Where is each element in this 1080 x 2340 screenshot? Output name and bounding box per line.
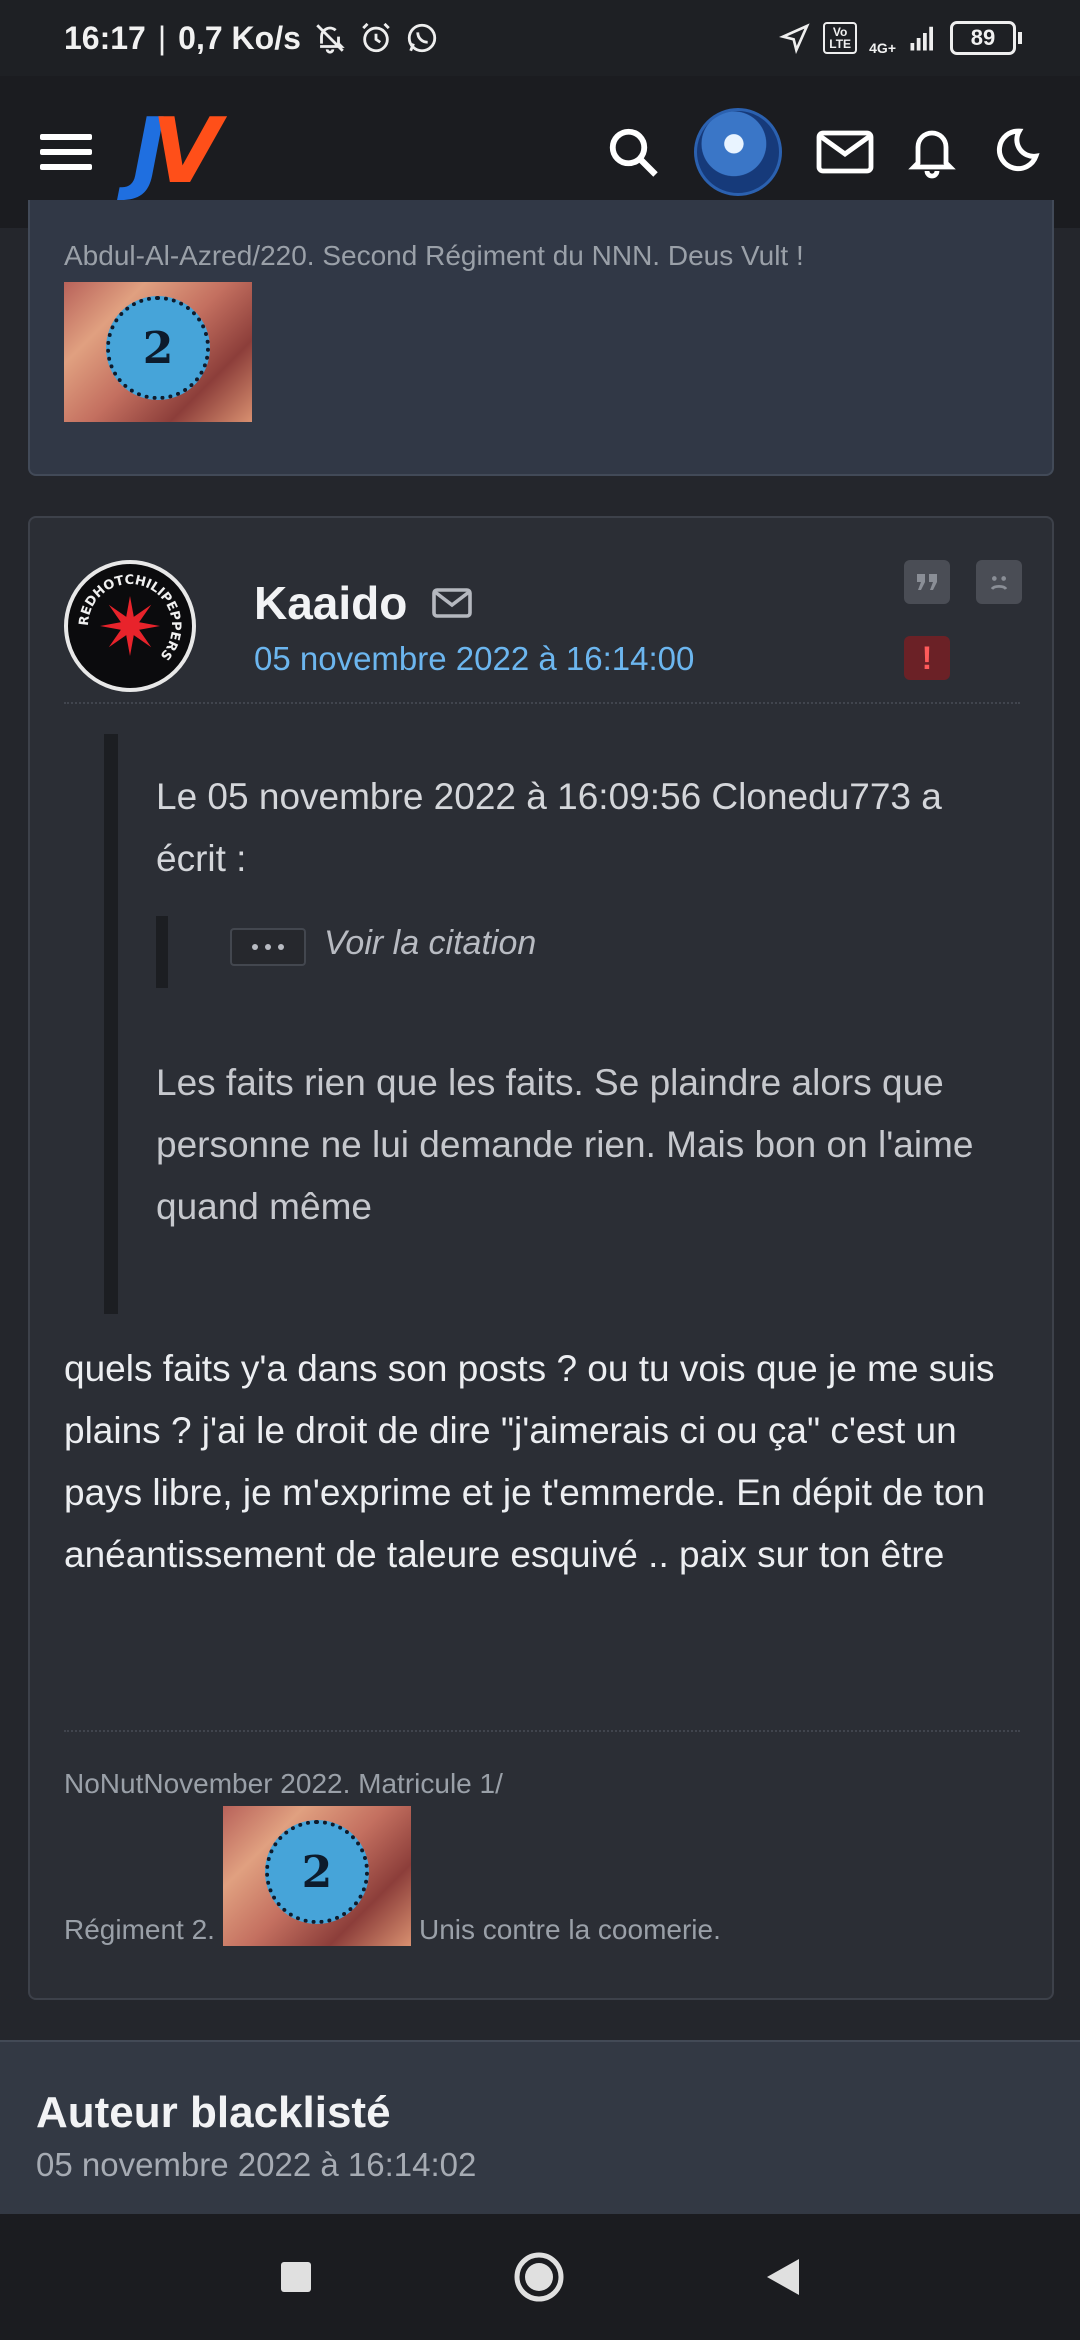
signature-text: Abdul-Al-Azred/220. Second Régiment du N…: [64, 240, 804, 271]
battery-icon: 89: [950, 21, 1022, 55]
author-avatar[interactable]: REDHOTCHILIPEPPERS: [64, 560, 196, 692]
volte-badge: Vo LTE: [823, 22, 858, 54]
status-speed: 0,7 Ko/s: [178, 19, 301, 56]
signature-line2-left: Régiment 2.: [64, 1914, 215, 1945]
medal-icon: 2: [264, 1820, 369, 1924]
recents-icon[interactable]: [279, 2260, 313, 2294]
post-header: REDHOTCHILIPEPPERS Kaaido 05 novembre 20…: [64, 548, 1024, 698]
quote-header: Le 05 novembre 2022 à 16:09:56 Clonedu77…: [156, 776, 942, 879]
signature-line1: NoNutNovember 2022. Matricule 1/: [64, 1768, 503, 1799]
user-avatar[interactable]: [694, 108, 782, 196]
battery-level: 89: [950, 21, 1016, 55]
navigation-bar: [0, 2214, 1080, 2340]
blacklisted-title: Auteur blacklisté: [36, 2088, 391, 2137]
dark-mode-icon[interactable]: [990, 127, 1040, 177]
location-icon: [779, 23, 810, 54]
status-bar: 16:17 | 0,7 Ko/s Vo LTE 4G+ 89: [0, 0, 1080, 76]
report-button[interactable]: !: [904, 636, 950, 680]
signature-line2-right: Unis contre la coomerie.: [418, 1914, 721, 1945]
network-type: 4G+: [869, 40, 896, 56]
post-card: REDHOTCHILIPEPPERS Kaaido 05 novembre 20…: [28, 516, 1054, 2000]
signature-banner: 2: [64, 282, 252, 422]
status-time: 16:17: [64, 19, 146, 56]
blacklisted-post[interactable]: Auteur blacklisté 05 novembre 2022 à 16:…: [0, 2040, 1080, 2220]
private-message-icon[interactable]: [432, 588, 472, 618]
jv-logo[interactable]: JV: [132, 107, 221, 197]
show-quote-link[interactable]: Voir la citation: [324, 924, 536, 963]
post-date[interactable]: 05 novembre 2022 à 16:14:00: [254, 640, 694, 678]
post-message: quels faits y'a dans son posts ? ou tu v…: [64, 1348, 995, 1575]
blacklist-button[interactable]: [976, 560, 1022, 604]
medal-icon: 2: [106, 296, 210, 400]
back-icon[interactable]: [765, 2257, 801, 2297]
rhcp-logo-icon: REDHOTCHILIPEPPERS: [77, 573, 183, 663]
menu-icon[interactable]: [40, 132, 94, 172]
mail-icon[interactable]: [816, 130, 874, 174]
signature-banner: 2: [222, 1806, 411, 1946]
previous-post-signature: Abdul-Al-Azred/220. Second Régiment du N…: [64, 240, 804, 422]
bell-off-icon: [316, 24, 345, 54]
header-divider: [64, 702, 1020, 704]
search-icon[interactable]: [606, 125, 660, 179]
signature-divider: [64, 1730, 1020, 1732]
expand-quote-button[interactable]: [230, 928, 306, 966]
nested-quote: Voir la citation: [156, 916, 536, 988]
quote-body: Les faits rien que les faits. Se plaindr…: [156, 1062, 974, 1227]
alarm-icon: [362, 22, 390, 53]
logo-j: J: [132, 99, 165, 204]
home-icon[interactable]: [513, 2251, 565, 2303]
logo-v: V: [151, 99, 222, 204]
post-signature: NoNutNovember 2022. Matricule 1/ Régimen…: [64, 1768, 1024, 1946]
previous-post-card: Abdul-Al-Azred/220. Second Régiment du N…: [28, 200, 1054, 476]
quote-button[interactable]: [904, 560, 950, 604]
author-name[interactable]: Kaaido: [254, 576, 407, 630]
bell-icon[interactable]: [908, 125, 956, 179]
sad-face-icon: [990, 576, 1008, 590]
signal-icon: [910, 26, 933, 51]
quote-icon: [917, 574, 937, 590]
quote-block: Le 05 novembre 2022 à 16:09:56 Clonedu77…: [104, 734, 1024, 1314]
blacklisted-date: 05 novembre 2022 à 16:14:02: [36, 2146, 477, 2183]
whatsapp-icon: [407, 23, 437, 53]
